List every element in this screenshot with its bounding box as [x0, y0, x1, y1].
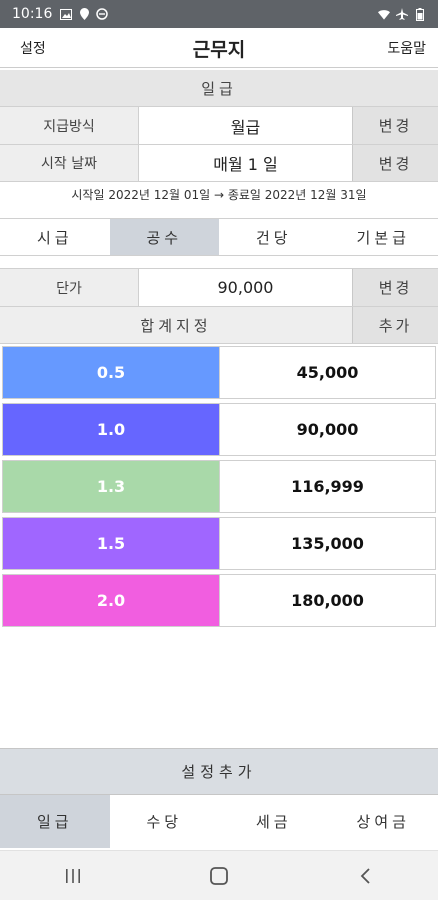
unit-price-row: 단가 90,000 변경	[0, 268, 438, 306]
rate-multiplier: 2.0	[3, 575, 219, 626]
tab-daily-wage[interactable]: 일급	[0, 795, 110, 848]
tab-label: 세금	[255, 813, 292, 831]
recent-apps-icon[interactable]	[53, 861, 93, 891]
start-date-value: 매월 1 일	[139, 145, 352, 181]
app-bar: 설정 근무지 도움말	[0, 28, 438, 68]
rate-row[interactable]: 1.3 116,999	[2, 460, 436, 513]
rate-multiplier: 1.0	[3, 404, 219, 455]
rate-amount: 45,000	[219, 347, 435, 398]
rate-amount: 180,000	[219, 575, 435, 626]
tab-bonus[interactable]: 상여금	[328, 795, 438, 848]
status-right-icons	[378, 7, 426, 21]
rate-amount: 90,000	[219, 404, 435, 455]
unit-price-change-button[interactable]: 변경	[352, 269, 438, 306]
pay-method-change-button[interactable]: 변경	[352, 107, 438, 144]
tab-man-day[interactable]: 공수	[109, 219, 219, 255]
tab-label: 공수	[146, 228, 183, 247]
status-left-icons	[60, 8, 109, 20]
total-label: 합계지정	[0, 307, 352, 343]
unit-price-label: 단가	[0, 269, 139, 306]
rate-multiplier: 1.5	[3, 518, 219, 569]
start-date-change-button[interactable]: 변경	[352, 145, 438, 181]
pay-method-row: 지급방식 월급 변경	[0, 106, 438, 144]
tab-label: 시급	[36, 228, 73, 247]
page-title: 근무지	[192, 39, 246, 61]
rate-multiplier: 1.3	[3, 461, 219, 512]
help-button[interactable]: 도움말	[387, 38, 426, 58]
system-nav-bar	[0, 850, 438, 900]
bottom-tabs: 일급 수당 세금 상여금	[0, 794, 438, 848]
airplane-icon	[396, 8, 408, 20]
settings-add-button[interactable]: 설정추가	[0, 748, 438, 794]
tab-hourly[interactable]: 시급	[0, 219, 110, 255]
back-icon[interactable]	[345, 861, 385, 891]
date-range-text: 시작일 2022년 12월 01일 → 종료일 2022년 12월 31일	[71, 188, 367, 202]
tab-allowance[interactable]: 수당	[109, 795, 219, 848]
tab-label: 기본급	[356, 228, 410, 247]
status-bar: 10:16	[0, 0, 438, 28]
unit-price-value: 90,000	[139, 269, 352, 306]
rate-amount: 116,999	[219, 461, 435, 512]
start-date-label: 시작 날짜	[0, 145, 139, 181]
gallery-icon	[60, 8, 73, 20]
tab-label: 수당	[146, 813, 183, 831]
rate-row[interactable]: 1.5 135,000	[2, 517, 436, 570]
status-time: 10:16	[12, 6, 53, 22]
do-not-disturb-icon	[96, 8, 109, 20]
start-date-row: 시작 날짜 매월 1 일 변경	[0, 144, 438, 182]
rate-row[interactable]: 2.0 180,000	[2, 574, 436, 627]
pay-method-label: 지급방식	[0, 107, 139, 144]
pay-method-value: 월급	[139, 107, 352, 144]
tab-label: 상여금	[356, 813, 410, 831]
tab-base-salary[interactable]: 기본급	[328, 219, 438, 255]
tab-label: 일급	[36, 813, 73, 831]
pay-type-tabs: 시급 공수 건당 기본급	[0, 218, 438, 256]
wage-section-header: 일급	[0, 70, 438, 106]
total-row: 합계지정 추가	[0, 306, 438, 344]
wifi-icon	[378, 8, 390, 20]
rate-multiplier: 0.5	[3, 347, 219, 398]
tab-label: 건당	[255, 228, 292, 247]
rate-row[interactable]: 0.5 45,000	[2, 346, 436, 399]
location-icon	[78, 8, 90, 20]
add-total-button[interactable]: 추가	[352, 307, 438, 343]
rate-row[interactable]: 1.0 90,000	[2, 403, 436, 456]
tab-tax[interactable]: 세금	[219, 795, 329, 848]
rate-amount: 135,000	[219, 518, 435, 569]
tab-per-job[interactable]: 건당	[219, 219, 329, 255]
home-icon[interactable]	[199, 861, 239, 891]
battery-icon	[414, 7, 426, 21]
